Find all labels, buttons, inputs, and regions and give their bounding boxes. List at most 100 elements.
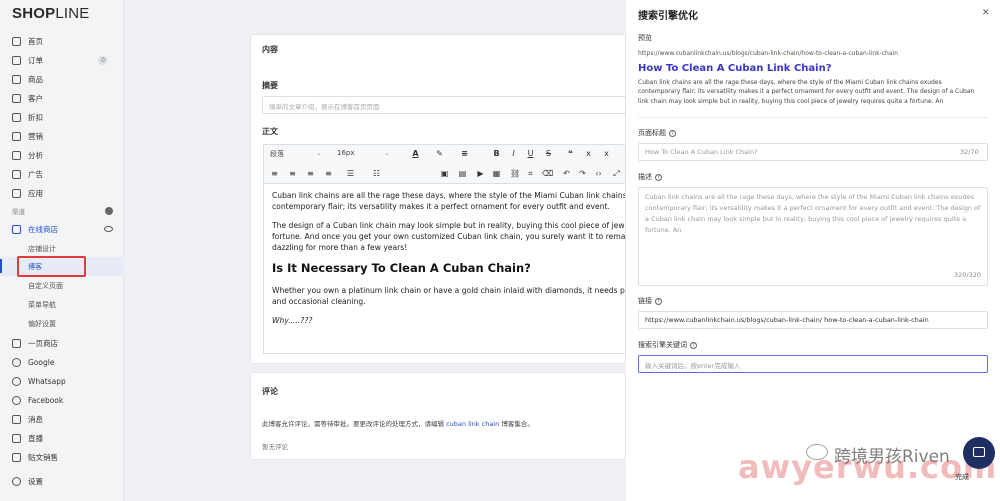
editor-paragraph: The design of a Cuban link chain may loo… <box>272 221 626 252</box>
font-color-icon[interactable]: A <box>411 149 420 158</box>
line-height-icon[interactable]: ≡ <box>460 149 469 158</box>
align-right-icon[interactable]: ≡ <box>306 169 315 178</box>
add-channel-icon[interactable] <box>105 207 113 215</box>
summary-label: 摘要 <box>262 81 278 90</box>
shopline-logo[interactable]: SHOPLINE <box>12 5 89 22</box>
editor-paragraph: Why.....??? <box>272 316 313 325</box>
keywords-input[interactable]: 输入关键词后，按enter完成输入 <box>638 355 988 373</box>
sidebar-item-facebook[interactable]: Facebook <box>0 391 124 410</box>
paragraph-select[interactable]: 段落 <box>270 149 284 159</box>
subscript-icon[interactable]: x <box>584 149 593 158</box>
marketing-icon <box>12 132 21 141</box>
comments-title: 评论 <box>262 387 278 396</box>
link-prefix: https://www.cubanlinkchain.us/blogs/cuba… <box>645 316 823 324</box>
align-center-icon[interactable]: ≡ <box>288 169 297 178</box>
description-counter: 320/320 <box>954 271 982 279</box>
comments-card <box>250 372 626 460</box>
redo-icon[interactable]: ↷ <box>578 169 587 178</box>
description-textarea[interactable]: Cuban link chains are all the rage these… <box>638 187 988 286</box>
highlight-icon[interactable]: ✎ <box>435 149 444 158</box>
comments-note: 此博客允许评论，需等待审批。要更改评论的处理方式，请编辑 cuban link … <box>262 420 534 428</box>
editor-paragraph: Cuban link chains are all the rage these… <box>272 191 626 211</box>
highlight-box <box>17 256 86 277</box>
sidebar-item-whatsapp[interactable]: Whatsapp <box>0 372 124 391</box>
sidebar-item-messages[interactable]: 消息 <box>0 410 124 429</box>
help-icon[interactable]: ? <box>669 129 676 137</box>
page-icon <box>12 339 21 348</box>
underline-icon[interactable]: U <box>526 149 535 158</box>
table-icon[interactable]: ▦ <box>492 169 501 178</box>
done-button[interactable]: 完成 <box>955 472 969 482</box>
quote-icon[interactable]: ❝ <box>566 149 575 158</box>
bold-icon[interactable]: B <box>492 149 501 158</box>
image-icon[interactable]: ▣ <box>440 169 449 178</box>
code-icon[interactable]: ⌗ <box>526 169 535 178</box>
chat-button[interactable] <box>963 437 995 469</box>
preview-title: How To Clean A Cuban Link Chain? <box>638 63 832 74</box>
sidebar-item-apps[interactable]: 应用 <box>0 184 124 203</box>
sidebar-item-discounts[interactable]: 折扣 <box>0 108 124 127</box>
help-icon[interactable]: ? <box>655 173 662 181</box>
no-comments-text: 暂无评论 <box>262 443 288 451</box>
undo-icon[interactable]: ↶ <box>562 169 571 178</box>
page-title-input[interactable]: How To Clean A Cuban Link Chain? <box>638 143 988 161</box>
sidebar-item-orders[interactable]: 订单 0 <box>0 51 124 70</box>
sidebar-item-marketing[interactable]: 营销 <box>0 127 124 146</box>
chevron-down-icon: ⌄ <box>384 149 390 157</box>
video-icon[interactable]: ▶ <box>476 169 485 178</box>
analytics-icon <box>12 151 21 160</box>
sidebar-item-settings[interactable]: 设置 <box>0 472 124 491</box>
help-icon[interactable]: ? <box>655 297 662 305</box>
sidebar-item-customers[interactable]: 客户 <box>0 89 124 108</box>
sidebar-item-ads[interactable]: 广告 <box>0 165 124 184</box>
home-icon <box>12 37 21 46</box>
customer-icon <box>12 94 21 103</box>
products-icon <box>12 75 21 84</box>
eye-icon[interactable] <box>104 226 113 232</box>
rich-text-editor[interactable]: Cuban link chains are all the rage these… <box>263 184 626 354</box>
source-code-icon[interactable]: ‹› <box>594 169 603 178</box>
blog-collection-link[interactable]: cuban link chain <box>446 420 499 428</box>
close-icon[interactable]: ✕ <box>982 8 990 18</box>
sidebar-sub-menu-nav[interactable]: 菜单导航 <box>0 295 124 314</box>
sidebar-item-analytics[interactable]: 分析 <box>0 146 124 165</box>
sidebar-item-google[interactable]: Google <box>0 353 124 372</box>
watermark-text: 跨境男孩Riven <box>834 447 950 467</box>
orders-count-badge: 0 <box>98 56 108 65</box>
strikethrough-icon[interactable]: S <box>544 149 553 158</box>
ordered-list-icon[interactable]: ☷ <box>372 169 381 178</box>
sidebar-sub-custom-pages[interactable]: 自定义页面 <box>0 276 124 295</box>
help-icon[interactable]: ? <box>690 341 697 349</box>
seo-panel-title: 搜索引擎优化 <box>638 11 698 22</box>
whatsapp-icon <box>12 377 21 386</box>
sidebar: SHOPLINE 首页 订单 0 商品 客户 折扣 营销 分析 广告 应用 渠道 … <box>0 0 124 501</box>
divider <box>638 117 988 118</box>
store-icon <box>12 225 21 234</box>
clear-format-icon[interactable]: ⌫ <box>542 169 553 178</box>
align-left-icon[interactable]: ≡ <box>270 169 279 178</box>
bullet-list-icon[interactable]: ☰ <box>346 169 355 178</box>
sidebar-item-products[interactable]: 商品 <box>0 70 124 89</box>
italic-icon[interactable]: I <box>509 149 518 158</box>
channels-label: 渠道 <box>12 208 25 216</box>
sidebar-sub-preferences[interactable]: 偏好设置 <box>0 314 124 333</box>
sidebar-item-one-page-store[interactable]: 一页商店 <box>0 334 124 353</box>
live-icon <box>12 434 21 443</box>
link-icon[interactable]: ⛓ <box>510 169 520 178</box>
font-size-select[interactable]: 16px <box>337 149 355 157</box>
link-slug: how-to-clean-a-cuban-link-chain <box>824 316 929 324</box>
sidebar-item-home[interactable]: 首页 <box>0 32 124 51</box>
sidebar-item-live[interactable]: 直播 <box>0 429 124 448</box>
summary-input[interactable]: 填单的文章介绍，展示在博客首页页面 <box>262 96 626 114</box>
link-input[interactable]: https://www.cubanlinkchain.us/blogs/cuba… <box>638 311 988 329</box>
align-justify-icon[interactable]: ≡ <box>324 169 333 178</box>
keywords-label: 搜索引擎关键词? <box>638 340 697 350</box>
google-icon <box>12 358 21 367</box>
apps-icon <box>12 189 21 198</box>
tag-icon <box>12 113 21 122</box>
fullscreen-icon[interactable]: ⤢ <box>612 169 621 178</box>
gallery-icon[interactable]: ▤ <box>458 169 467 178</box>
content-title: 内容 <box>262 45 278 54</box>
superscript-icon[interactable]: x <box>602 149 611 158</box>
sidebar-item-post-sales[interactable]: 贴文销售 <box>0 448 124 467</box>
